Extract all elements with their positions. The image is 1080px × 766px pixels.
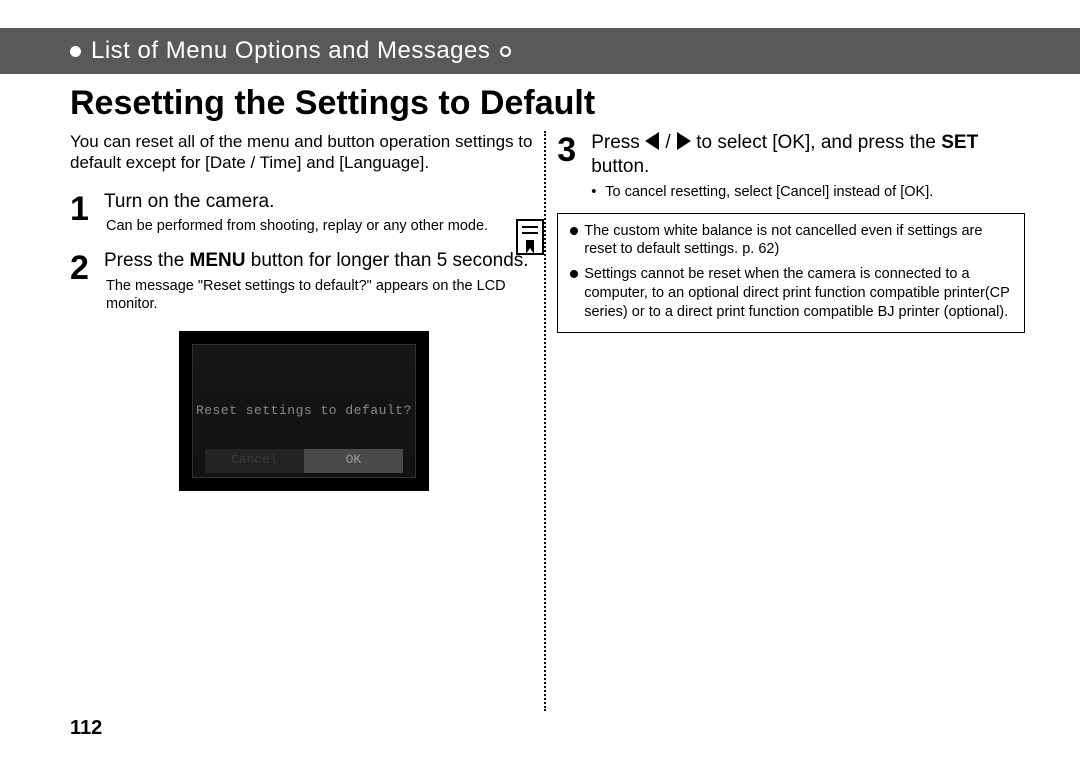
page-body: Resetting the Settings to Default You ca… xyxy=(0,74,1080,491)
step-number: 2 xyxy=(70,249,98,313)
right-arrow-icon xyxy=(677,132,691,150)
header-bullet-icon xyxy=(500,46,511,57)
bullet-icon xyxy=(570,227,578,235)
step-note: Can be performed from shooting, replay o… xyxy=(104,217,538,235)
intro-text: You can reset all of the menu and button… xyxy=(70,131,538,174)
right-column: 3 Press / to select [OK], and press the … xyxy=(557,131,1025,491)
step-3: 3 Press / to select [OK], and press the … xyxy=(557,131,1025,201)
note-box: The custom white balance is not cancelle… xyxy=(557,213,1025,333)
section-title: List of Menu Options and Messages xyxy=(91,37,490,65)
note-icon xyxy=(514,218,548,258)
lcd-message: Reset settings to default? xyxy=(193,403,415,418)
step-instruction: Turn on the camera. xyxy=(104,190,538,214)
section-header: List of Menu Options and Messages xyxy=(0,28,1080,74)
lcd-cancel-button: Cancel xyxy=(205,449,304,473)
column-divider xyxy=(538,131,557,491)
note-item: The custom white balance is not cancelle… xyxy=(570,222,1014,260)
lcd-ok-button: OK xyxy=(304,449,403,473)
note-item: Settings cannot be reset when the camera… xyxy=(570,265,1014,322)
step-instruction: Press the MENU button for longer than 5 … xyxy=(104,249,538,273)
bullet-icon xyxy=(570,270,578,278)
left-arrow-icon xyxy=(645,132,659,150)
step-number: 1 xyxy=(70,190,98,236)
step-number: 3 xyxy=(557,131,585,201)
lcd-figure: Reset settings to default? Cancel OK xyxy=(70,331,538,491)
lcd-screen: Reset settings to default? Cancel OK xyxy=(179,331,429,491)
step-note: • To cancel resetting, select [Cancel] i… xyxy=(591,183,1025,201)
step-1: 1 Turn on the camera. Can be performed f… xyxy=(70,190,538,236)
step-note: The message "Reset settings to default?"… xyxy=(104,277,538,313)
left-column: You can reset all of the menu and button… xyxy=(70,131,538,491)
step-2: 2 Press the MENU button for longer than … xyxy=(70,249,538,313)
header-bullet-icon xyxy=(70,46,81,57)
manual-page: List of Menu Options and Messages Resett… xyxy=(0,0,1080,766)
step-instruction: Press / to select [OK], and press the SE… xyxy=(591,131,1025,179)
two-column-layout: You can reset all of the menu and button… xyxy=(70,131,1025,491)
page-number: 112 xyxy=(70,717,102,740)
page-title: Resetting the Settings to Default xyxy=(70,84,1025,123)
